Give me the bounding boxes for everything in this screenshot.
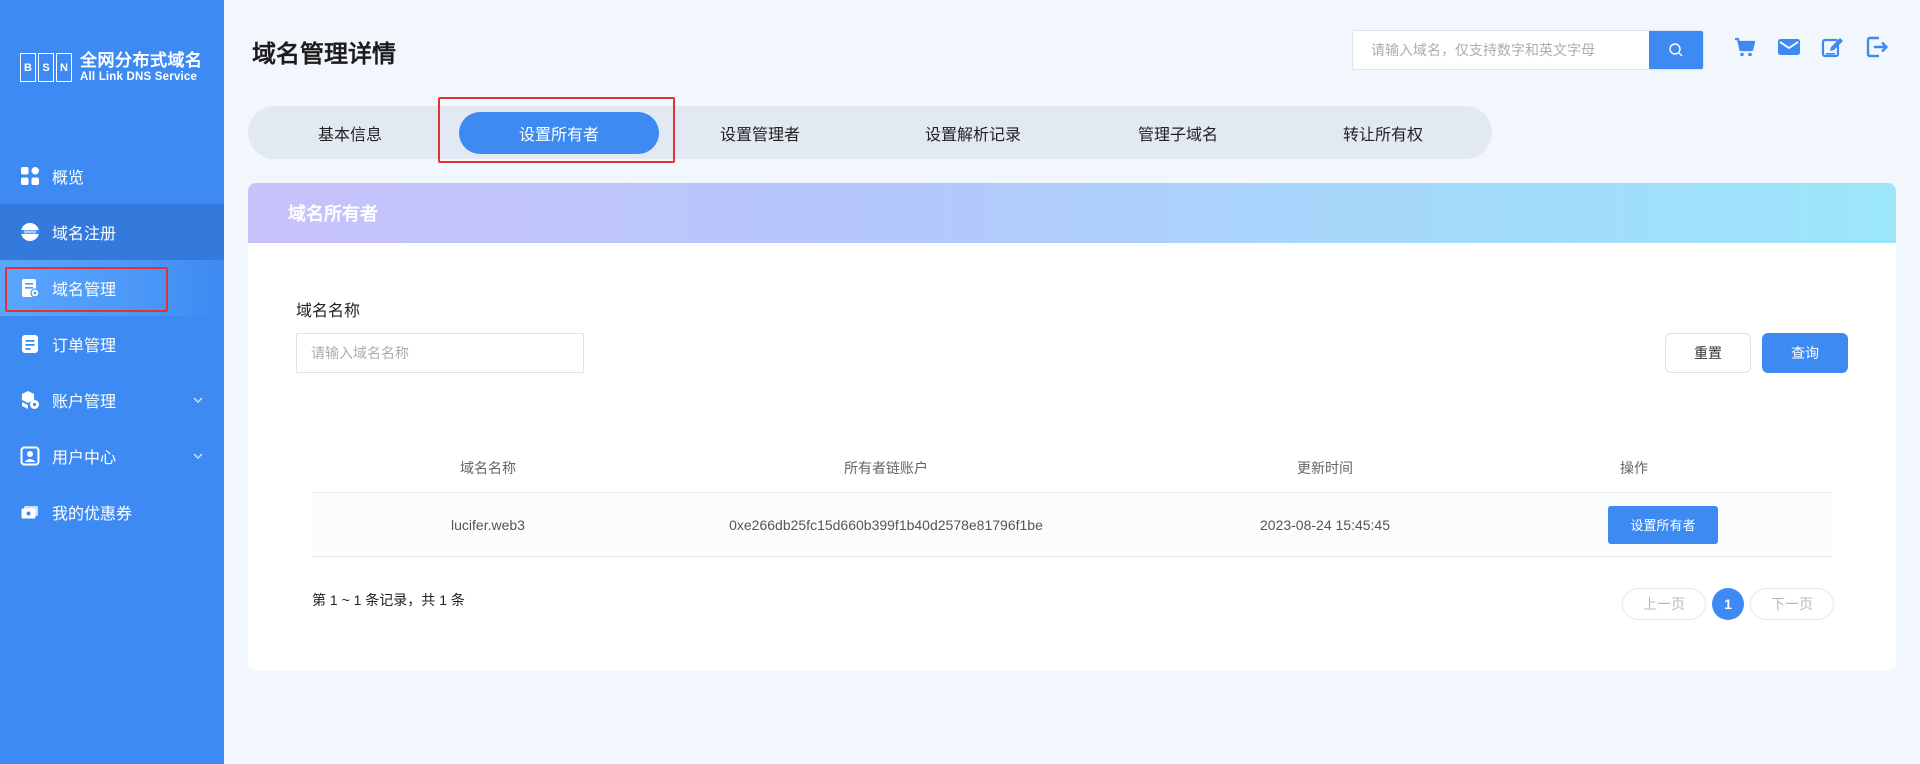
next-page-button[interactable]: 下一页 [1750, 588, 1834, 620]
logout-icon[interactable] [1865, 35, 1889, 59]
www-icon: WWW [20, 222, 40, 242]
column-header: 操作 [1620, 459, 1648, 476]
logo: B S N 全网分布式域名 All Link DNS Service [20, 52, 203, 84]
cell-owner: 0xe266db25fc15d660b399f1b40d2578e81796f1… [729, 516, 1043, 533]
set-owner-button[interactable]: 设置所有者 [1608, 505, 1718, 544]
sidebar-item-label: 域名注册 [52, 226, 117, 243]
chevron-down-icon[interactable] [192, 394, 204, 406]
column-header: 域名名称 [460, 459, 516, 476]
logo-letter: N [56, 53, 72, 83]
tab-set-manager[interactable]: 设置管理者 [668, 112, 852, 154]
query-button[interactable]: 查询 [1762, 333, 1848, 373]
order-icon [20, 334, 40, 354]
sidebar-item-order-manage[interactable]: 订单管理 [0, 316, 224, 372]
cell-updated: 2023-08-24 15:45:45 [1260, 516, 1390, 533]
coupon-icon [20, 502, 40, 522]
mail-icon[interactable] [1777, 35, 1801, 59]
owner-card: 域名所有者 域名名称 重置 查询 域名名称 所有者链账户 更新时间 操作 luc… [248, 183, 1896, 671]
header-icons [1733, 35, 1889, 59]
chevron-down-icon[interactable] [192, 450, 204, 462]
pagination-info: 第 1 ~ 1 条记录，共 1 条 [312, 592, 465, 608]
sidebar-item-label: 用户中心 [52, 450, 117, 467]
edit-icon[interactable] [1821, 35, 1845, 59]
tab-manage-subdomain[interactable]: 管理子域名 [1088, 112, 1268, 154]
tab-transfer-ownership[interactable]: 转让所有权 [1288, 112, 1478, 154]
sidebar-item-label: 概览 [52, 170, 85, 187]
sidebar-item-label: 我的优惠券 [52, 506, 133, 523]
reset-button[interactable]: 重置 [1665, 333, 1751, 373]
card-title: 域名所有者 [248, 183, 1896, 243]
sidebar-item-coupons[interactable]: 我的优惠券 [0, 484, 224, 540]
column-header: 所有者链账户 [844, 459, 928, 476]
search-button[interactable] [1649, 31, 1703, 69]
user-icon [20, 446, 40, 466]
tab-set-dns-records[interactable]: 设置解析记录 [868, 112, 1078, 154]
logo-letters: B S N [20, 53, 72, 83]
logo-letter: S [38, 53, 54, 83]
sidebar-item-label: 订单管理 [52, 338, 117, 355]
sidebar: B S N 全网分布式域名 All Link DNS Service 概览 WW… [0, 0, 224, 764]
sidebar-item-user-center[interactable]: 用户中心 [0, 428, 224, 484]
detail-tabs: 基本信息 设置所有者 设置管理者 设置解析记录 管理子域名 转让所有权 [248, 106, 1492, 159]
highlight-box-tab [438, 97, 675, 163]
grid-icon [20, 166, 40, 186]
table-row: lucifer.web3 0xe266db25fc15d660b399f1b40… [312, 493, 1832, 557]
page-number[interactable]: 1 [1712, 588, 1744, 620]
logo-letter: B [20, 53, 36, 83]
sidebar-item-account-manage[interactable]: 账户管理 [0, 372, 224, 428]
domain-search [1352, 30, 1704, 70]
account-icon [20, 390, 40, 410]
highlight-box-sidebar [5, 267, 168, 312]
domain-name-input[interactable] [296, 333, 584, 373]
table-header: 域名名称 所有者链账户 更新时间 操作 [312, 443, 1832, 493]
sidebar-item-label: 账户管理 [52, 394, 117, 411]
domain-name-label: 域名名称 [296, 303, 361, 320]
sidebar-item-domain-register[interactable]: WWW 域名注册 [0, 204, 224, 260]
svg-text:WWW: WWW [24, 229, 36, 234]
sidebar-menu: 概览 WWW 域名注册 域名管理 订单管理 账户管理 用户中心 我的优惠券 [0, 148, 224, 540]
column-header: 更新时间 [1297, 459, 1353, 476]
brand-name-en: All Link DNS Service [80, 71, 198, 83]
prev-page-button[interactable]: 上一页 [1622, 588, 1706, 620]
domain-search-input[interactable] [1353, 31, 1649, 69]
tab-basic-info[interactable]: 基本信息 [268, 112, 432, 154]
sidebar-item-overview[interactable]: 概览 [0, 148, 224, 204]
pagination: 上一页 1 下一页 [1622, 588, 1834, 620]
page-title: 域名管理详情 [252, 41, 396, 68]
cell-domain: lucifer.web3 [451, 516, 525, 533]
cart-icon[interactable] [1733, 35, 1757, 59]
owner-table: 域名名称 所有者链账户 更新时间 操作 lucifer.web3 0xe266d… [312, 443, 1832, 557]
brand-name-cn: 全网分布式域名 [80, 51, 203, 70]
search-icon [1669, 43, 1683, 57]
